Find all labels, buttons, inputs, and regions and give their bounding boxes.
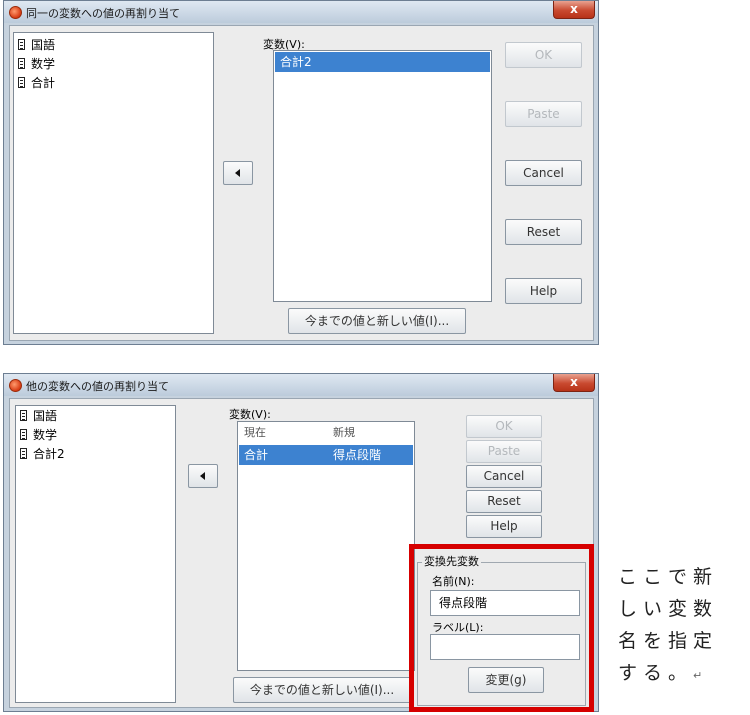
close-button[interactable]: x (553, 1, 595, 19)
close-button[interactable]: x (553, 374, 595, 392)
source-variable-list[interactable]: 国語 数学 合計 (13, 32, 214, 334)
scale-variable-icon (20, 410, 27, 421)
app-icon (9, 379, 22, 392)
cancel-button[interactable]: Cancel (505, 160, 582, 186)
scale-variable-icon (18, 58, 25, 69)
title-bar[interactable]: 同一の変数への値の再割り当て x (4, 1, 598, 23)
old-new-values-button[interactable]: 今までの値と新しい値(I)... (288, 308, 466, 334)
label-input[interactable] (430, 634, 580, 660)
window-title: 他の変数への値の再割り当て (26, 380, 169, 393)
help-button[interactable]: Help (466, 515, 542, 538)
recode-mapping-table[interactable]: 現在 新規 合計 得点段階 (237, 421, 415, 671)
group-title: 変換先変数 (422, 553, 481, 569)
variable-item[interactable]: 合計 (18, 74, 55, 92)
old-new-values-button[interactable]: 今までの値と新しい値(I)... (233, 677, 411, 703)
output-variable-group: 変換先変数 名前(N): 得点段階 ラベル(L): 変更(g) (417, 553, 586, 706)
mapping-current: 合計 (244, 448, 269, 462)
variable-item[interactable]: 数学 (20, 426, 57, 444)
left-arrow-icon (200, 472, 205, 480)
ok-button[interactable]: OK (466, 415, 542, 438)
target-variable-list[interactable]: 合計2 (273, 50, 492, 302)
help-button[interactable]: Help (505, 278, 582, 304)
scale-variable-icon (20, 448, 27, 459)
window-title: 同一の変数への値の再割り当て (26, 7, 180, 20)
scale-variable-icon (20, 429, 27, 440)
column-header-current: 現在 (244, 426, 266, 439)
dialog-recode-same: 同一の変数への値の再割り当て x 国語 数学 合計 変数(V): 合計2 今まで… (3, 0, 599, 345)
caption-line: ここで新 (618, 566, 719, 588)
name-label: 名前(N): (432, 575, 475, 588)
source-variable-list[interactable]: 国語 数学 合計2 (15, 405, 176, 703)
label-label: ラベル(L): (432, 621, 484, 634)
caption-line: する。↵ (618, 662, 703, 684)
column-header-new: 新規 (333, 426, 355, 439)
paste-button[interactable]: Paste (466, 440, 542, 463)
reset-button[interactable]: Reset (505, 219, 582, 245)
scale-variable-icon (18, 77, 25, 88)
selected-variable[interactable]: 合計2 (275, 52, 490, 72)
paste-button[interactable]: Paste (505, 101, 582, 127)
dialog-body: 国語 数学 合計 変数(V): 合計2 今までの値と新しい値(I)... OK … (9, 25, 594, 341)
variable-item[interactable]: 合計2 (20, 445, 65, 463)
mapping-new: 得点段階 (333, 448, 382, 462)
mapping-row-selected[interactable]: 合計 得点段階 (239, 445, 413, 465)
left-arrow-icon (235, 169, 240, 177)
variable-item[interactable]: 国語 (20, 407, 57, 425)
app-icon (9, 6, 22, 19)
move-variable-button[interactable] (223, 161, 253, 185)
variable-item[interactable]: 数学 (18, 55, 55, 73)
target-variable-label: 変数(V): (229, 408, 271, 421)
cancel-button[interactable]: Cancel (466, 465, 542, 488)
move-variable-button[interactable] (188, 464, 218, 488)
name-input[interactable]: 得点段階 (430, 590, 580, 616)
variable-item[interactable]: 国語 (18, 36, 55, 54)
caption-line: しい変数 (618, 598, 719, 620)
caption-line: 名を指定 (618, 630, 719, 652)
scale-variable-icon (18, 39, 25, 50)
change-button[interactable]: 変更(g) (468, 667, 544, 693)
reset-button[interactable]: Reset (466, 490, 542, 513)
paragraph-mark-icon: ↵ (693, 669, 703, 682)
title-bar[interactable]: 他の変数への値の再割り当て x (4, 374, 598, 396)
ok-button[interactable]: OK (505, 42, 582, 68)
